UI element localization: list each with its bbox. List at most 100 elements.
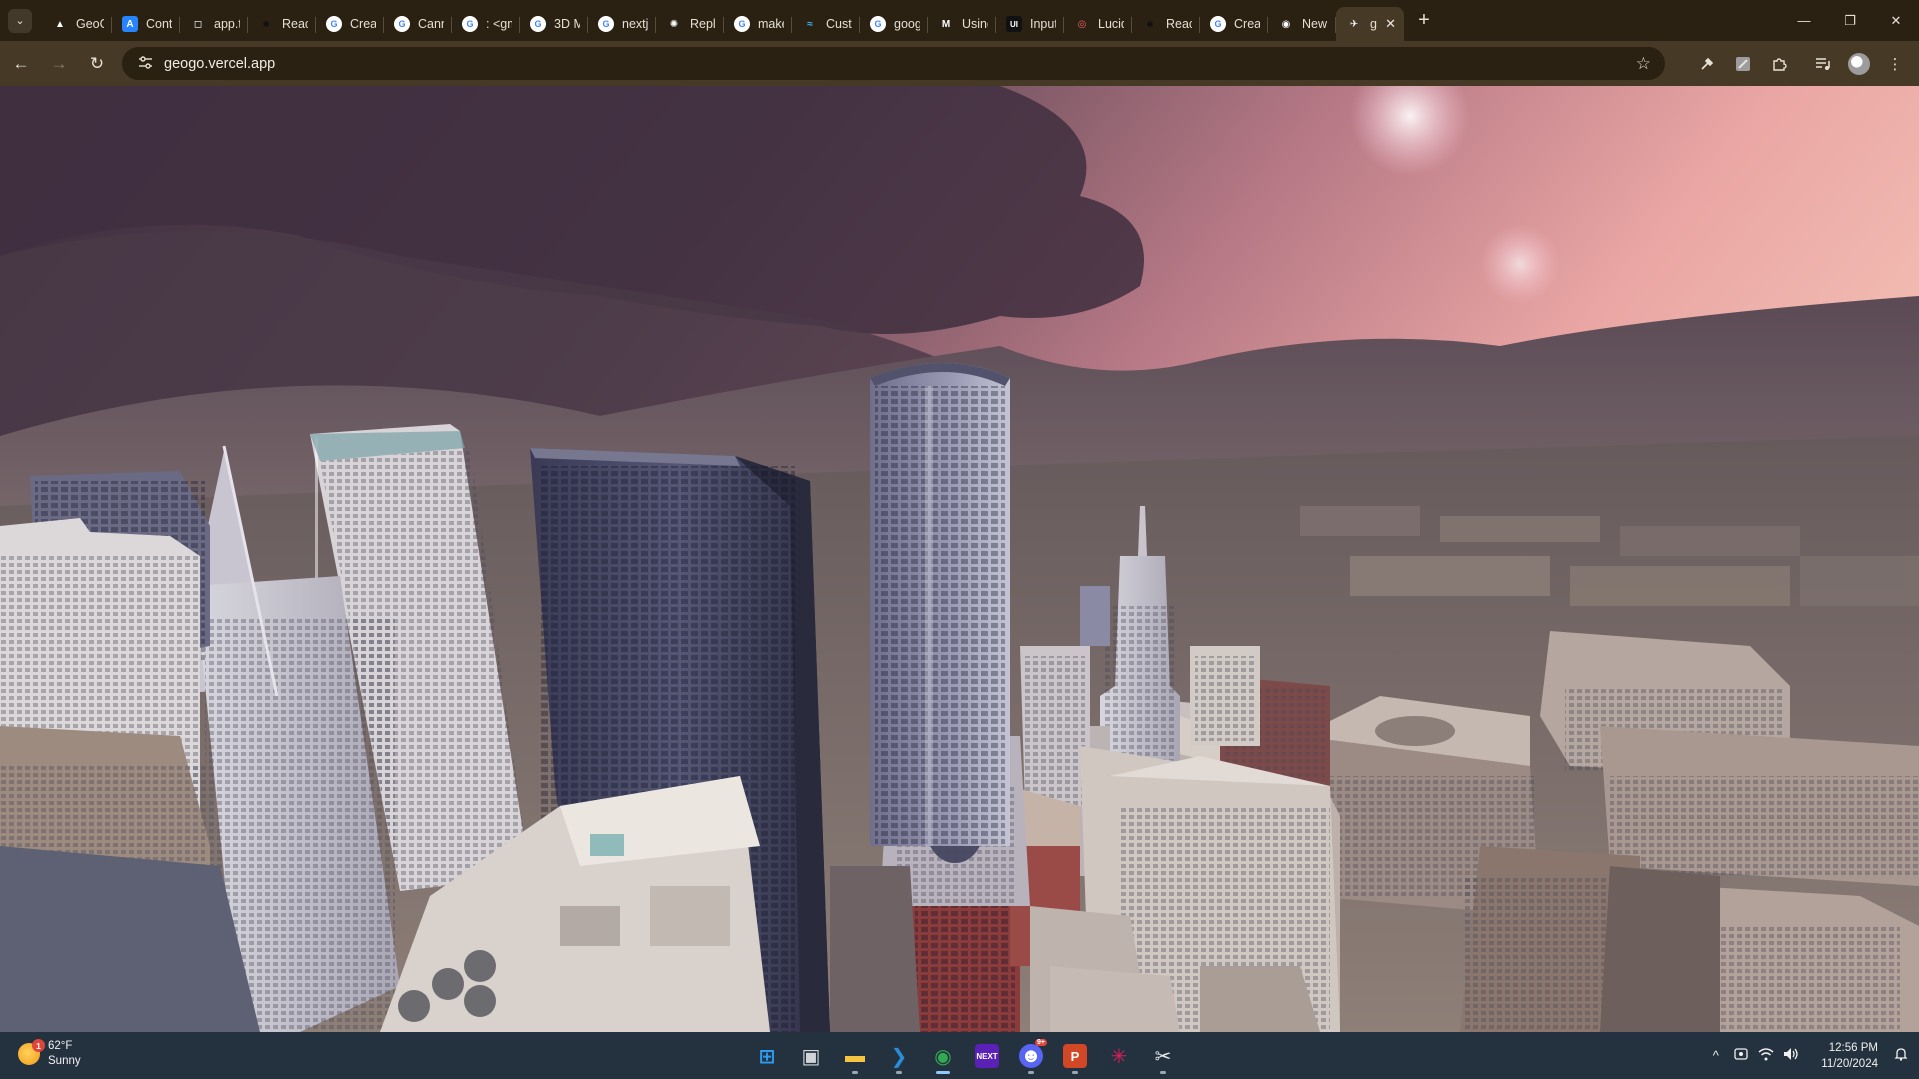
tune-icon — [138, 55, 152, 69]
taskbar-app-windows-start[interactable]: ⊞ — [745, 1038, 789, 1074]
browser-tab[interactable]: ▲ GeoGo — [42, 7, 112, 41]
atlassian-a-icon: A — [122, 16, 138, 32]
running-indicator — [1160, 1071, 1166, 1074]
forward-button[interactable]: → — [42, 47, 76, 81]
browser-tab[interactable]: G 3D Ma — [520, 7, 588, 41]
weather-widget[interactable]: 1 62°F Sunny — [18, 1039, 81, 1069]
close-tab-icon[interactable]: ✕ — [1385, 16, 1396, 32]
url-text[interactable]: geogo.vercel.app — [164, 56, 275, 72]
google-g-icon: G — [326, 16, 342, 32]
profile-avatar[interactable] — [1848, 52, 1870, 75]
taskbar-app-slack[interactable]: ✳ — [1097, 1038, 1141, 1074]
reload-button[interactable]: ↻ — [80, 47, 114, 81]
browser-tab[interactable]: ◉ New Ta — [1268, 7, 1336, 41]
running-indicator — [896, 1071, 902, 1074]
close-window-button[interactable]: ✕ — [1873, 0, 1919, 41]
media-control-icon[interactable] — [1805, 46, 1841, 82]
taskbar-app-vscode[interactable]: ❯ — [877, 1038, 921, 1074]
tab-title: Create — [1234, 17, 1260, 31]
dark-square-icon: ■ — [1146, 18, 1154, 30]
new-tab-button[interactable]: + — [1410, 9, 1438, 32]
tab-title: Create — [350, 17, 376, 31]
restore-button[interactable]: ❐ — [1827, 0, 1873, 41]
tab-title: React ( — [282, 17, 308, 31]
site-info-icon[interactable] — [130, 55, 160, 72]
tab-title: Lucide — [1098, 17, 1124, 31]
google-g-icon: G — [734, 16, 750, 32]
tab-title: Conter — [146, 17, 172, 31]
eyedropper-icon[interactable] — [1689, 46, 1725, 82]
address-bar[interactable]: geogo.vercel.app ☆ — [122, 47, 1665, 80]
slack-icon: ✳ — [1110, 1045, 1128, 1068]
clock[interactable]: 12:56 PM 11/20/2024 — [1821, 1040, 1878, 1072]
back-button[interactable]: ← — [4, 47, 38, 81]
wifi-icon[interactable] — [1753, 1047, 1778, 1064]
browser-tab[interactable]: G Create — [1200, 7, 1268, 41]
windows-taskbar: 1 62°F Sunny ⊞ ▣ ▬ ❯ ◉ NEXT ☻ 9+ P ✳ ✂ ^ 12:56 PM … — [0, 1032, 1919, 1079]
weather-condition: Sunny — [48, 1055, 81, 1067]
taskbar-app-discord[interactable]: ☻ 9+ — [1009, 1038, 1053, 1074]
google-g-icon: G — [462, 16, 478, 32]
tab-title: ge — [1370, 17, 1377, 31]
running-indicator — [936, 1071, 950, 1074]
tab-title: Custon — [826, 17, 852, 31]
system-tray: ^ 12:56 PM 11/20/2024 — [1703, 1032, 1919, 1079]
browser-tab[interactable]: G Create — [316, 7, 384, 41]
show-hidden-icons-chevron-icon[interactable]: ^ — [1703, 1048, 1728, 1063]
toolbar-actions: ⋮ — [1689, 41, 1913, 86]
minimize-button[interactable]: — — [1781, 0, 1827, 41]
browser-tab[interactable]: M Using — [928, 7, 996, 41]
taskbar-app-chrome[interactable]: ◉ — [921, 1038, 965, 1074]
browser-tab[interactable]: ◻ app.ts: — [180, 7, 248, 41]
tab-title: nextjs — [622, 17, 648, 31]
openai-logo-icon: ✺ — [669, 18, 679, 30]
taskbar-app-file-explorer[interactable]: ▬ — [833, 1038, 877, 1074]
taskbar-app-task-view[interactable]: ▣ — [789, 1038, 833, 1074]
task-view-icon: ▣ — [801, 1045, 821, 1068]
map-3d-viewport[interactable] — [0, 86, 1919, 1032]
tab-title: Canno — [418, 17, 444, 31]
browser-tab[interactable]: ■ React ( — [1132, 7, 1200, 41]
tab-title: React ( — [1166, 17, 1192, 31]
google-g-icon: G — [530, 16, 546, 32]
chrome-logo-icon: ◉ — [1281, 18, 1291, 30]
browser-tab[interactable]: Gnextjs — [588, 7, 656, 41]
sun-icon: 1 — [18, 1039, 45, 1065]
extension-square-icon[interactable] — [1725, 46, 1761, 82]
browser-tab[interactable]: G: <gmp — [452, 7, 520, 41]
tab-title: 3D Ma — [554, 17, 580, 31]
browser-tab[interactable]: Ggoogle — [860, 7, 928, 41]
tab-title: Using — [962, 17, 988, 31]
browser-tab[interactable]: ≈ Custon — [792, 7, 860, 41]
browser-tab[interactable]: ✺ Replac — [656, 7, 724, 41]
volume-icon[interactable] — [1778, 1047, 1803, 1064]
taskbar-app-powerpoint[interactable]: P — [1053, 1038, 1097, 1074]
browser-tab[interactable]: Gmake ; — [724, 7, 792, 41]
tab-title: app.ts: — [214, 17, 240, 31]
powerpoint-icon: P — [1063, 1044, 1087, 1068]
running-indicator — [852, 1071, 858, 1074]
browser-tab[interactable]: ■ React ( — [248, 7, 316, 41]
medium-m-icon: M — [941, 18, 951, 30]
tailwind-wave-icon: ≈ — [807, 18, 813, 30]
taskbar-app-snipping-tool[interactable]: ✂ — [1141, 1038, 1185, 1074]
taskbar-app-next-app[interactable]: NEXT — [965, 1038, 1009, 1074]
browser-tab[interactable]: A Conter — [112, 7, 180, 41]
running-indicator — [1028, 1071, 1034, 1074]
menu-kebab-icon[interactable]: ⋮ — [1877, 46, 1913, 82]
vscode-icon: ❯ — [890, 1045, 908, 1068]
puzzle-icon[interactable] — [1761, 46, 1797, 82]
notification-badge: 1 — [32, 1039, 45, 1052]
browser-tab[interactable]: ◎ Lucide — [1064, 7, 1132, 41]
tab-search-button[interactable]: ⌄ — [8, 8, 32, 33]
browser-tab[interactable]: UI Input | — [996, 7, 1064, 41]
meet-camera-icon[interactable] — [1728, 1047, 1753, 1064]
bookmark-star-icon[interactable]: ☆ — [1636, 54, 1651, 74]
city-scene — [0, 86, 1919, 1032]
notification-bell-icon[interactable] — [1888, 1047, 1913, 1064]
tab-list: ▲ GeoGo A Conter ◻ app.ts: ■ React (G Create G Can… — [42, 0, 1404, 41]
window-controls: — ❐ ✕ — [1781, 0, 1919, 41]
browser-tab[interactable]: ✈ ge ✕ — [1336, 7, 1404, 41]
browser-tab[interactable]: G Canno — [384, 7, 452, 41]
clock-date: 11/20/2024 — [1821, 1057, 1878, 1070]
